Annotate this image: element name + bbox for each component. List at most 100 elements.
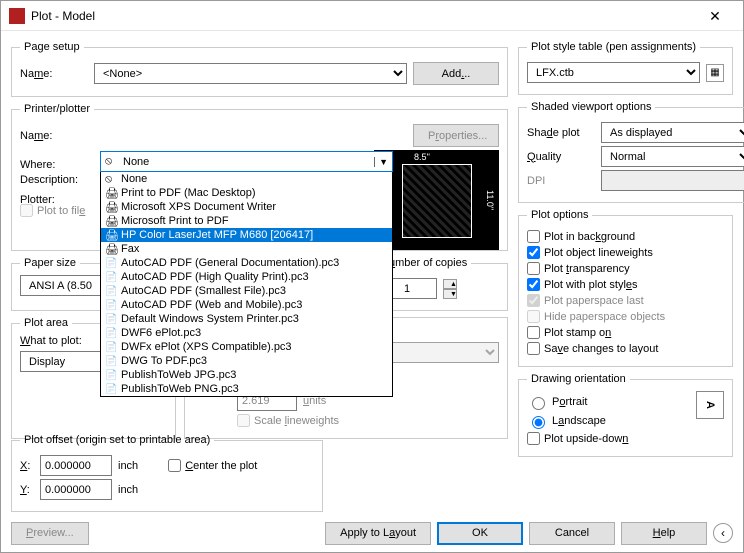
scale-lineweights-checkbox[interactable]: Scale lineweights [237, 414, 339, 427]
add-button[interactable]: Add... [413, 62, 499, 85]
quality-select[interactable]: Normal [601, 146, 744, 167]
printer-icon [105, 341, 117, 353]
printer-name-listbox[interactable]: NonePrint to PDF (Mac Desktop)Microsoft … [100, 172, 393, 397]
style-table-group: Plot style table (pen assignments) LFX.c… [518, 41, 733, 95]
plot-options-legend: Plot options [527, 209, 592, 221]
upside-down-checkbox[interactable]: Plot upside-down [527, 432, 628, 445]
apply-to-layout-button[interactable]: Apply to Layout [325, 522, 431, 545]
page-setup-legend: Page setup [20, 41, 84, 53]
plot-options-group: Plot options Plot in background Plot obj… [518, 209, 733, 367]
printer-option-label: AutoCAD PDF (Smallest File).pc3 [121, 285, 286, 297]
printer-option[interactable]: DWFx ePlot (XPS Compatible).pc3 [101, 340, 392, 354]
copies-down[interactable]: ▼ [443, 289, 457, 299]
printer-name-selectbox[interactable]: None ▼ [100, 151, 393, 172]
plot-dialog: Plot - Model ✕ Page setup Name: <None> A… [0, 0, 744, 553]
shade-plot-select[interactable]: As displayed [601, 122, 744, 143]
plot-offset-legend: Plot offset (origin set to printable are… [20, 434, 214, 446]
landscape-radio[interactable]: Landscape [527, 413, 606, 429]
printer-option[interactable]: AutoCAD PDF (Smallest File).pc3 [101, 284, 392, 298]
printer-option-label: DWFx ePlot (XPS Compatible).pc3 [121, 341, 292, 353]
printer-option[interactable]: Fax [101, 242, 392, 256]
app-icon [9, 8, 25, 24]
center-plot-checkbox[interactable]: Center the plot [168, 459, 257, 472]
hide-paperspace-checkbox[interactable]: Hide paperspace objects [527, 310, 665, 323]
printer-option[interactable]: None [101, 172, 392, 186]
collapse-icon[interactable]: ‹ [713, 523, 733, 543]
orientation-icon: A [696, 391, 724, 419]
printer-option[interactable]: Microsoft XPS Document Writer [101, 200, 392, 214]
where-label: Where: [20, 159, 88, 171]
none-icon [105, 155, 119, 169]
plot-transparency-checkbox[interactable]: Plot transparency [527, 262, 630, 275]
copies-up[interactable]: ▲ [443, 279, 457, 289]
printer-option-label: None [121, 173, 147, 185]
orientation-group: Drawing orientation Portrait Landscape P… [518, 373, 733, 457]
printer-plotter-legend: Printer/plotter [20, 103, 94, 115]
printer-option[interactable]: AutoCAD PDF (Web and Mobile).pc3 [101, 298, 392, 312]
y-unit: inch [118, 484, 138, 496]
plot-paperspace-checkbox[interactable]: Plot paperspace last [527, 294, 644, 307]
printer-option[interactable]: PublishToWeb PNG.pc3 [101, 382, 392, 396]
pagesetup-name-select[interactable]: <None> [94, 63, 407, 84]
page-setup-group: Page setup Name: <None> Add... [11, 41, 508, 97]
printer-option[interactable]: AutoCAD PDF (High Quality Print).pc3 [101, 270, 392, 284]
printer-option-label: Microsoft Print to PDF [121, 215, 229, 227]
printer-icon [105, 257, 117, 269]
x-input[interactable] [40, 455, 112, 476]
x-unit: inch [118, 460, 138, 472]
printer-icon [105, 173, 117, 185]
ok-button[interactable]: OK [437, 522, 523, 545]
style-table-edit-icon[interactable]: ▦ [706, 64, 724, 82]
printer-option-label: DWG To PDF.pc3 [121, 355, 207, 367]
cancel-button[interactable]: Cancel [529, 522, 615, 545]
style-table-select[interactable]: LFX.ctb [527, 62, 700, 83]
printer-option[interactable]: DWF6 ePlot.pc3 [101, 326, 392, 340]
printer-icon [105, 201, 117, 213]
printer-icon [105, 383, 117, 395]
printer-icon [105, 215, 117, 227]
plot-styles-checkbox[interactable]: Plot with plot styles [527, 278, 638, 291]
preview-height: 11.0'' [485, 190, 495, 210]
close-icon[interactable]: ✕ [695, 2, 735, 30]
printer-option-label: AutoCAD PDF (High Quality Print).pc3 [121, 271, 309, 283]
quality-label: Quality [527, 151, 595, 163]
window-title: Plot - Model [31, 9, 695, 23]
plot-stamp-checkbox[interactable]: Plot stamp on [527, 326, 611, 339]
paper-size-legend: Paper size [20, 257, 80, 269]
printer-option[interactable]: Default Windows System Printer.pc3 [101, 312, 392, 326]
portrait-radio[interactable]: Portrait [527, 394, 587, 410]
printer-option[interactable]: DWG To PDF.pc3 [101, 354, 392, 368]
printer-name-dropdown[interactable]: None ▼ NonePrint to PDF (Mac Desktop)Mic… [100, 151, 393, 397]
printer-option-label: Fax [121, 243, 139, 255]
printer-icon [105, 369, 117, 381]
shade-plot-label: Shade plot [527, 127, 595, 139]
help-button[interactable]: Help [621, 522, 707, 545]
pagesetup-name-label: Name: [20, 68, 88, 80]
printer-option-label: HP Color LaserJet MFP M680 [206417] [121, 229, 313, 241]
plot-to-file-checkbox[interactable]: Plot to file [20, 204, 85, 217]
orientation-legend: Drawing orientation [527, 373, 630, 385]
plot-lineweights-checkbox[interactable]: Plot object lineweights [527, 246, 653, 259]
printer-option[interactable]: Microsoft Print to PDF [101, 214, 392, 228]
printer-option-label: AutoCAD PDF (Web and Mobile).pc3 [121, 299, 302, 311]
dpi-input[interactable] [601, 170, 744, 191]
printer-option-label: AutoCAD PDF (General Documentation).pc3 [121, 257, 339, 269]
printer-option-label: DWF6 ePlot.pc3 [121, 327, 201, 339]
dpi-label: DPI [527, 175, 595, 187]
titlebar: Plot - Model ✕ [1, 1, 743, 31]
printer-icon [105, 327, 117, 339]
printer-icon [105, 187, 117, 199]
printer-option-label: Microsoft XPS Document Writer [121, 201, 276, 213]
description-label: Description: [20, 174, 88, 186]
plot-offset-group: Plot offset (origin set to printable are… [11, 434, 323, 512]
preview-button[interactable]: Preview... [11, 522, 89, 545]
y-input[interactable] [40, 479, 112, 500]
preview-width: 8.5'' [414, 152, 430, 162]
printer-option[interactable]: HP Color LaserJet MFP M680 [206417] [101, 228, 392, 242]
save-layout-checkbox[interactable]: Save changes to layout [527, 342, 658, 355]
printer-option[interactable]: PublishToWeb JPG.pc3 [101, 368, 392, 382]
printer-option[interactable]: AutoCAD PDF (General Documentation).pc3 [101, 256, 392, 270]
plot-background-checkbox[interactable]: Plot in background [527, 230, 635, 243]
printer-option[interactable]: Print to PDF (Mac Desktop) [101, 186, 392, 200]
properties-button[interactable]: Properties... [413, 124, 499, 147]
